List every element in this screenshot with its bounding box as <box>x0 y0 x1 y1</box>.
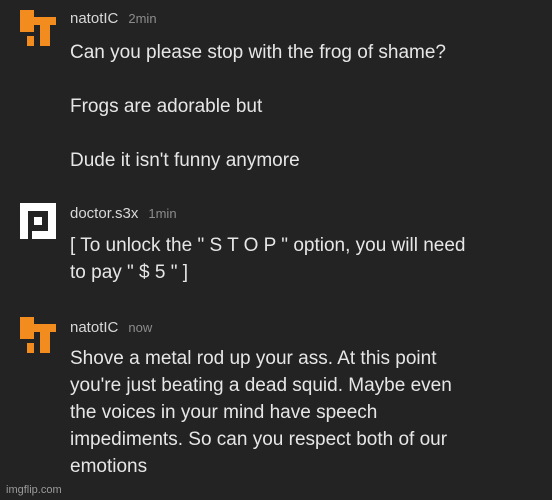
comment-line: Shove a metal rod up your ass. At this p… <box>70 348 437 369</box>
watermark: imgflip.com <box>6 484 62 496</box>
comment-line: you're just beating a dead squid. Maybe … <box>70 375 452 396</box>
comment-line: Dude it isn't funny anymore <box>70 150 300 171</box>
timestamp: now <box>128 320 153 335</box>
username[interactable]: doctor.s3x <box>70 205 138 222</box>
comment-line: impediments. So can you respect both of … <box>70 429 448 450</box>
comment-line: [ To unlock the " S T O P " option, you … <box>70 235 466 256</box>
username[interactable]: natotIC <box>70 319 118 336</box>
comment-line: emotions <box>70 456 148 477</box>
orange-blocky-avatar-icon[interactable] <box>20 317 56 353</box>
username[interactable]: natotIC <box>70 10 118 27</box>
timestamp: 2min <box>128 11 157 26</box>
comment-body: Shove a metal rod up your ass. At this p… <box>70 345 540 480</box>
comment-body: [ To unlock the " S T O P " option, you … <box>70 232 540 286</box>
comment-line: Frogs are adorable but <box>70 96 263 117</box>
comment-body: Can you please stop with the frog of sha… <box>70 39 540 174</box>
orange-blocky-avatar-icon[interactable] <box>20 10 56 46</box>
comment-line: Can you please stop with the frog of sha… <box>70 42 447 63</box>
comment-line: to pay " $ 5 " ] <box>70 262 189 283</box>
white-p-avatar-icon[interactable] <box>20 203 56 239</box>
timestamp: 1min <box>148 206 177 221</box>
comment-line: the voices in your mind have speech <box>70 402 378 423</box>
